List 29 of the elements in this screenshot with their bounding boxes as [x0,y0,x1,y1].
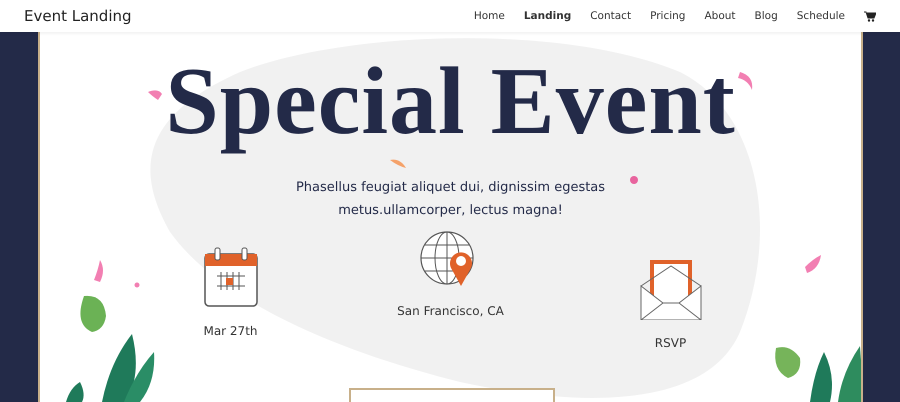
site-logo[interactable]: Event Landing [24,7,474,25]
nav-link[interactable]: About [704,10,736,22]
leaf [80,296,106,332]
feature-label: San Francisco, CA [397,304,504,318]
envelope-letter-icon [640,258,702,320]
confetti-piece [390,160,406,168]
confetti-piece [805,255,821,273]
cart-icon[interactable] [864,10,876,22]
leaf [775,347,800,378]
confetti-piece [738,72,752,90]
nav-link[interactable]: Contact [590,10,632,22]
hero-subtitle: Phasellus feugiat aliquet dui, dignissim egestas metus.ullamcorper, lectus magna! [296,179,606,220]
hero-title: Special Event [165,46,736,156]
leaf [810,352,832,402]
nav-link[interactable]: Home [474,10,505,22]
confetti-piece [148,90,162,100]
nav-link[interactable]: Blog [754,10,778,22]
confetti-dot [134,282,140,288]
feature-label: Mar 27th [203,324,258,338]
nav-link[interactable]: Schedule [796,10,845,22]
nav-link[interactable]: Pricing [650,10,686,22]
confetti-piece [94,260,103,282]
feature-label: RSVP [654,336,686,350]
leaf [124,352,154,402]
confetti-dot [630,176,638,184]
nav-link[interactable]: Landing [524,10,572,22]
leaf [838,346,861,402]
leaf [66,382,84,402]
leaf [102,334,136,402]
